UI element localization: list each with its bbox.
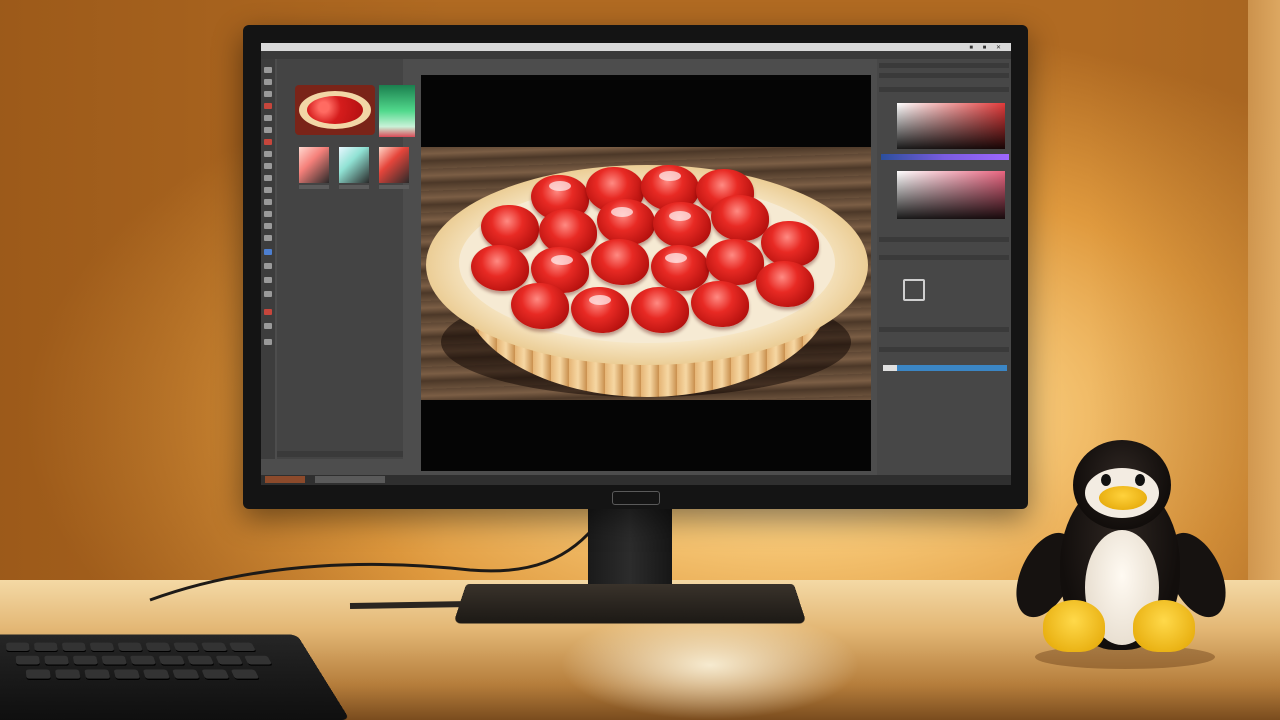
strawberry — [706, 239, 764, 285]
strawberry — [761, 221, 819, 267]
strawberry — [511, 283, 569, 329]
app-menubar — [261, 51, 1011, 59]
document-info — [315, 476, 385, 483]
strawberry — [631, 287, 689, 333]
swatch-label — [339, 185, 369, 189]
zoom-field[interactable] — [265, 476, 305, 483]
penguin-beak — [1099, 486, 1147, 510]
monitor: ■ ■ ✕ — [243, 25, 1028, 509]
penguin-eye-icon — [1101, 474, 1111, 486]
layer-thumbnail — [883, 365, 897, 371]
monitor-screen: ■ ■ ✕ — [261, 43, 1011, 485]
marquee-tool-icon[interactable] — [264, 79, 272, 85]
strawberry — [471, 245, 529, 291]
stamp-tool-icon[interactable] — [264, 151, 272, 157]
strawberry — [481, 205, 539, 251]
powdered-sugar — [589, 295, 611, 305]
orange-gradient-swatch[interactable] — [379, 147, 409, 183]
monitor-stand-neck — [588, 508, 672, 588]
penguin-eye-icon — [1135, 474, 1145, 486]
panel-toolbar[interactable] — [879, 73, 1009, 78]
screen-mode-icon[interactable] — [264, 339, 272, 345]
window-controls-icon[interactable]: ■ ■ ✕ — [969, 44, 1005, 51]
panel-footer — [277, 451, 403, 457]
selected-layer-row[interactable] — [883, 365, 1007, 371]
saturation-field[interactable] — [897, 171, 1005, 219]
adjustments-header — [879, 237, 1009, 242]
shape-tool-icon[interactable] — [264, 263, 272, 269]
penguin-plush — [1004, 440, 1238, 670]
swatch-label — [379, 185, 409, 189]
cable-connector — [349, 601, 471, 609]
healing-tool-icon[interactable] — [264, 127, 272, 133]
levels-icon[interactable] — [903, 279, 925, 301]
strawberry — [571, 287, 629, 333]
strawberry — [651, 245, 709, 291]
eraser-tool-icon[interactable] — [264, 175, 272, 181]
powdered-sugar — [669, 211, 691, 221]
image-canvas[interactable] — [421, 75, 871, 471]
adjustments-toolbar[interactable] — [879, 255, 1009, 260]
panel-header — [879, 87, 1009, 92]
move-tool-icon[interactable] — [264, 67, 272, 73]
swatch-label — [299, 185, 329, 189]
swatches-panel — [277, 59, 415, 459]
history-brush-tool-icon[interactable] — [264, 163, 272, 169]
monitor-stand-base — [453, 583, 807, 624]
strawberry-tart-photo — [421, 147, 871, 400]
strawberry — [691, 281, 749, 327]
green-gradient-swatch[interactable] — [379, 85, 415, 137]
app-titlebar: ■ ■ ✕ — [261, 43, 1011, 51]
blur-tool-icon[interactable] — [264, 199, 272, 205]
dodge-tool-icon[interactable] — [264, 211, 272, 217]
powdered-sugar — [665, 253, 687, 263]
lasso-tool-icon[interactable] — [264, 91, 272, 97]
powdered-sugar — [549, 181, 571, 191]
foreground-color-icon[interactable] — [264, 309, 272, 315]
monitor-brand-logo — [612, 491, 660, 505]
teal-gradient-swatch[interactable] — [339, 147, 369, 183]
color-picker-field[interactable] — [897, 103, 1005, 149]
pen-tool-icon[interactable] — [264, 223, 272, 229]
quick-mask-icon[interactable] — [264, 323, 272, 329]
layers-toolbar[interactable] — [879, 347, 1009, 352]
tools-panel — [261, 59, 275, 459]
brush-tool-icon[interactable] — [264, 139, 272, 145]
penguin-right-foot — [1133, 600, 1195, 652]
crop-tool-icon[interactable] — [264, 103, 272, 109]
path-select-tool-icon[interactable] — [264, 249, 272, 255]
hue-slider[interactable] — [881, 154, 1009, 160]
powdered-sugar — [611, 207, 633, 217]
strawberry — [653, 202, 711, 248]
powdered-sugar — [659, 171, 681, 181]
layers-header — [879, 327, 1009, 332]
gradient-tool-icon[interactable] — [264, 187, 272, 193]
strawberry — [591, 239, 649, 285]
penguin-left-foot — [1043, 600, 1105, 652]
panel-tabs[interactable] — [879, 63, 1009, 68]
strawberry — [756, 261, 814, 307]
hand-tool-icon[interactable] — [264, 277, 272, 283]
strawberry — [597, 199, 655, 245]
status-bar — [261, 475, 1011, 485]
color-panel — [877, 59, 1011, 475]
pie-thumbnail[interactable] — [295, 85, 375, 135]
type-tool-icon[interactable] — [264, 235, 272, 241]
zoom-tool-icon[interactable] — [264, 291, 272, 297]
powdered-sugar — [551, 255, 573, 265]
strawberry — [711, 195, 769, 241]
thumbnail-filling — [307, 96, 363, 124]
eyedropper-tool-icon[interactable] — [264, 115, 272, 121]
red-gradient-swatch[interactable] — [299, 147, 329, 183]
